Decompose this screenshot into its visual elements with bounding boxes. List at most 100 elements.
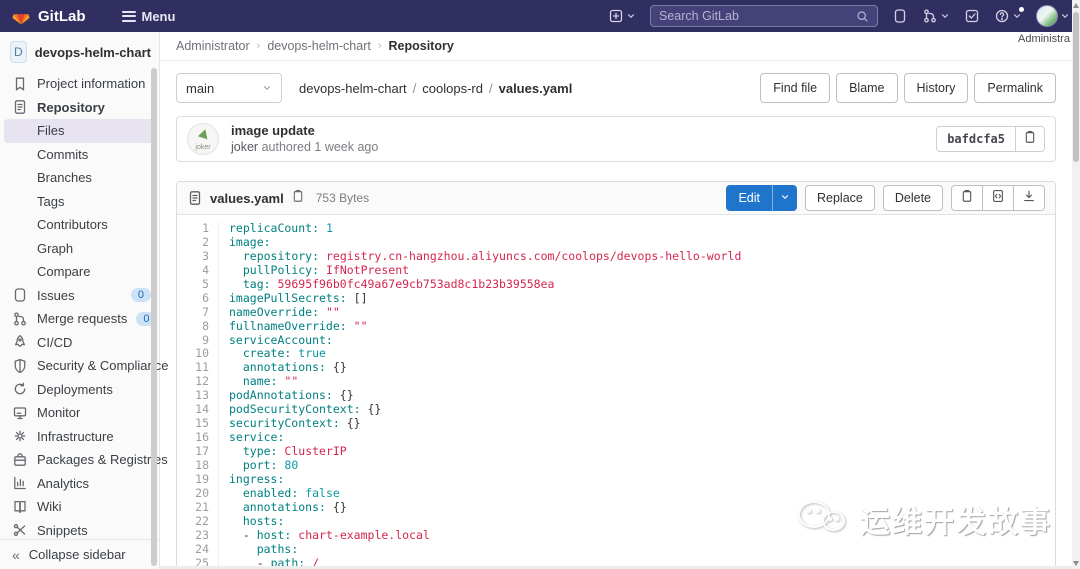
line-number[interactable]: 13 [177, 388, 219, 404]
commit-meta: joker authored 1 week ago [231, 139, 378, 156]
line-number[interactable]: 3 [177, 249, 219, 264]
line-number[interactable]: 12 [177, 374, 219, 390]
code-line: 3 repository: registry.cn-hangzhou.aliyu… [177, 248, 1055, 264]
sidebar-item-repository[interactable]: Repository [0, 96, 159, 120]
sidebar-item-monitor[interactable]: Monitor [0, 401, 159, 425]
path-segment-devops-helm-chart[interactable]: devops-helm-chart [299, 81, 407, 96]
sidebar-item-issues[interactable]: Issues 0 [0, 284, 159, 308]
sidebar-item-branches[interactable]: Branches [0, 166, 159, 190]
path-segment-coolops-rd[interactable]: coolops-rd [422, 81, 483, 96]
scroll-down-arrow[interactable] [1073, 561, 1079, 566]
line-number[interactable]: 23 [177, 528, 219, 543]
search-input[interactable] [659, 9, 850, 23]
breadcrumb-item-administrator[interactable]: Administrator [176, 39, 250, 53]
line-number[interactable]: 14 [177, 402, 219, 418]
edit-dropdown-button[interactable] [771, 185, 797, 211]
sidebar-item-label: Issues [37, 287, 75, 303]
sidebar-item-ci-cd[interactable]: CI/CD [0, 331, 159, 355]
commit-author-link[interactable]: joker [231, 140, 258, 154]
clipboard-icon [291, 189, 305, 208]
line-number[interactable]: 20 [177, 486, 219, 501]
sidebar-item-packages-registries[interactable]: Packages & Registries [0, 448, 168, 472]
replace-button[interactable]: Replace [804, 185, 875, 211]
issues-shortcut-button[interactable] [892, 8, 908, 24]
sidebar-item-merge-requests[interactable]: Merge requests 0 [0, 307, 159, 331]
breadcrumb-item-devops-helm-chart[interactable]: devops-helm-chart [267, 39, 371, 53]
page-scrollbar[interactable] [1072, 0, 1080, 569]
edit-button[interactable]: Edit [726, 185, 772, 211]
history-button[interactable]: History [903, 73, 969, 103]
line-number[interactable]: 9 [177, 333, 219, 348]
sidebar-item-contributors[interactable]: Contributors [0, 213, 159, 237]
line-number[interactable]: 5 [177, 277, 219, 292]
code-line: 11 annotations: {} [177, 360, 1055, 376]
permalink-button[interactable]: Permalink [974, 73, 1056, 103]
new-menu-button[interactable] [608, 8, 636, 24]
help-menu-button[interactable] [994, 7, 1024, 24]
user-menu-button[interactable] [1036, 5, 1070, 27]
line-number[interactable]: 18 [177, 458, 219, 473]
sidebar-item-security-compliance[interactable]: Security & Compliance [0, 354, 169, 378]
package-icon [12, 452, 28, 468]
repository-icon [12, 99, 28, 115]
sidebar-item-commits[interactable]: Commits [0, 143, 159, 167]
gitlab-brand[interactable]: GitLab [10, 5, 86, 27]
line-number[interactable]: 16 [177, 430, 219, 445]
file-navigation-row: main devops-helm-chart / coolops-rd / values… [176, 73, 1056, 103]
code-line-content: repository: registry.cn-hangzhou.aliyunc… [242, 248, 742, 263]
edit-split-button[interactable]: Edit [726, 185, 797, 211]
sidebar-item-label: Graph [37, 240, 74, 256]
copy-sha-button[interactable] [1015, 127, 1044, 151]
copy-contents-button[interactable] [952, 186, 982, 210]
menu-button[interactable]: Menu [121, 8, 175, 24]
commit-author-avatar[interactable]: joker [187, 123, 219, 155]
sidebar-item-compare[interactable]: Compare [0, 260, 159, 284]
sidebar-item-project-information[interactable]: Project information [0, 72, 159, 96]
commit-title-link[interactable]: image update [231, 122, 378, 140]
line-number[interactable]: 11 [177, 360, 219, 376]
line-number[interactable]: 4 [177, 263, 219, 278]
chevron-down-icon [1060, 11, 1070, 21]
line-number[interactable]: 21 [177, 500, 219, 515]
sidebar-item-label: Wiki [37, 499, 62, 515]
sidebar-item-files[interactable]: Files [4, 119, 155, 143]
code-line: 22 hosts: [177, 514, 1055, 529]
sidebar-scrollbar[interactable] [151, 68, 157, 566]
sidebar-item-tags[interactable]: Tags [0, 190, 159, 214]
merge-requests-shortcut-button[interactable] [922, 8, 950, 24]
line-number[interactable]: 17 [177, 444, 219, 459]
scrollbar-thumb[interactable] [1073, 12, 1079, 162]
code-line-content: serviceAccount: [229, 332, 333, 347]
line-number[interactable]: 24 [177, 542, 219, 557]
sidebar-item-graph[interactable]: Graph [0, 237, 159, 261]
line-number[interactable]: 10 [177, 346, 219, 362]
global-search[interactable] [650, 5, 878, 27]
copy-file-path-button[interactable] [291, 189, 305, 208]
line-number[interactable]: 2 [177, 235, 219, 250]
chevron-down-icon [780, 189, 790, 207]
sidebar-item-label: Snippets [37, 522, 88, 538]
hamburger-icon [121, 8, 136, 24]
blame-button[interactable]: Blame [836, 73, 898, 103]
todos-button[interactable] [964, 8, 980, 24]
line-number[interactable]: 8 [177, 319, 219, 334]
branch-selector[interactable]: main [176, 73, 282, 103]
line-number[interactable]: 15 [177, 416, 219, 432]
sidebar-item-infrastructure[interactable]: Infrastructure [0, 425, 159, 449]
delete-button[interactable]: Delete [882, 185, 943, 211]
line-number[interactable]: 22 [177, 514, 219, 529]
line-number[interactable]: 1 [177, 221, 219, 236]
find-file-button[interactable]: Find file [760, 73, 831, 103]
open-raw-button[interactable] [982, 186, 1013, 210]
sidebar-project-header[interactable]: D devops-helm-chart [0, 32, 159, 72]
sidebar-item-deployments[interactable]: Deployments [0, 378, 159, 402]
sidebar-item-label: Packages & Registries [37, 452, 168, 468]
scroll-up-arrow[interactable] [1073, 3, 1079, 8]
sidebar-item-analytics[interactable]: Analytics [0, 472, 159, 496]
line-number[interactable]: 19 [177, 472, 219, 487]
sidebar-item-wiki[interactable]: Wiki [0, 495, 159, 519]
line-number[interactable]: 6 [177, 291, 219, 306]
collapse-sidebar-button[interactable]: « Collapse sidebar [0, 539, 159, 569]
line-number[interactable]: 7 [177, 305, 219, 320]
download-button[interactable] [1013, 186, 1044, 210]
